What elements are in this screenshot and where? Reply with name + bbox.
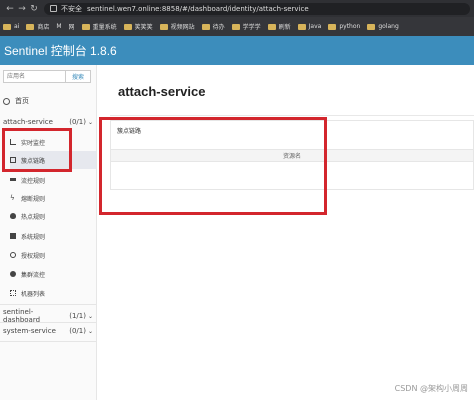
back-icon[interactable]: ← <box>4 4 16 14</box>
url-text: sentinel.wen7.online:8858/#/dashboard/id… <box>87 4 309 13</box>
chevron-down-icon: ⌄ <box>87 312 93 320</box>
folder-icon <box>201 23 210 30</box>
folder-icon <box>81 23 90 30</box>
sidebar: 搜索 首页 attach-service (0/1)⌄ 实时监控 簇点链路 流控… <box>0 65 97 400</box>
folder-icon <box>26 23 35 30</box>
app-count: (0/1) <box>69 118 86 126</box>
main-content: attach-service 簇点链路 资源名 <box>98 65 474 400</box>
app-name: system-service <box>3 327 56 335</box>
forward-icon[interactable]: → <box>16 4 28 14</box>
highlight-box <box>2 128 72 172</box>
insecure-label: 不安全 <box>61 4 82 13</box>
bookmark-item[interactable]: 笑笑笑 <box>123 22 153 31</box>
app-title[interactable]: Sentinel 控制台 1.8.6 <box>4 42 117 59</box>
app-row-attach-service[interactable]: attach-service (0/1) ⌄ <box>3 118 93 126</box>
bookmark-item[interactable]: 学学学 <box>231 22 261 31</box>
menu-item-flow-rules[interactable]: 流控规则 <box>10 171 96 189</box>
search-button[interactable]: 搜索 <box>66 70 91 83</box>
folder-icon <box>123 23 132 30</box>
app-row-system-service[interactable]: system-service (0/1) ⌄ <box>3 327 93 335</box>
home-icon <box>3 97 10 105</box>
app-name: attach-service <box>3 118 53 126</box>
bookmark-item[interactable]: 待办 <box>201 22 225 31</box>
page-title: attach-service <box>118 84 206 99</box>
bookmark-item[interactable]: M <box>56 23 61 30</box>
menu-item-hotspot-rules[interactable]: 热点规则 <box>10 207 96 225</box>
menu-item-authority-rules[interactable]: 授权规则 <box>10 246 96 264</box>
menu-item-cluster-flow[interactable]: 集群流控 <box>10 265 96 283</box>
home-label: 首页 <box>15 97 29 105</box>
folder-icon <box>231 23 240 30</box>
folder-icon <box>267 23 276 30</box>
bookmark-item[interactable]: ai <box>3 23 19 30</box>
flash-icon: ϟ <box>10 194 15 202</box>
highlight-box <box>99 117 327 215</box>
fire-icon <box>10 213 16 219</box>
divider <box>0 341 96 342</box>
menu-item-system-rules[interactable]: 系统规则 <box>10 227 96 245</box>
menu-item-degrade-rules[interactable]: ϟ 熔断规则 <box>10 189 96 207</box>
sidebar-item-home[interactable]: 首页 <box>3 96 29 106</box>
divider <box>0 322 96 323</box>
folder-icon <box>3 23 11 30</box>
bookmark-item[interactable]: golang <box>367 23 399 30</box>
menu-item-machine-list[interactable]: 机器列表 <box>10 284 96 302</box>
app-count: (0/1) <box>69 327 86 335</box>
folder-icon <box>328 23 337 30</box>
lock-icon <box>10 233 16 239</box>
filter-icon <box>10 177 16 183</box>
search-input[interactable] <box>3 70 66 83</box>
search-row: 搜索 <box>3 70 91 83</box>
bookmarks-bar: ai 商店 M 网 重量系统 笑笑笑 视频网站 待办 学学学 刷新 Java p… <box>0 17 474 36</box>
watermark-text: CSDN @架构小周周 <box>394 384 468 393</box>
bookmark-item[interactable]: 商店 <box>26 22 49 31</box>
divider <box>0 304 96 305</box>
reload-icon[interactable]: ↻ <box>28 4 40 14</box>
folder-icon <box>159 23 168 30</box>
url-field[interactable]: 不安全 sentinel.wen7.online:8858/#/dashboar… <box>44 2 470 15</box>
bookmark-item[interactable]: 网 <box>69 22 75 31</box>
folder-icon <box>297 23 306 30</box>
app-header: Sentinel 控制台 1.8.6 <box>0 36 474 65</box>
chevron-down-icon: ⌄ <box>87 327 93 335</box>
divider <box>110 115 474 116</box>
bookmark-item[interactable]: Java <box>297 23 321 30</box>
grid-icon <box>10 290 16 296</box>
folder-icon <box>367 23 376 30</box>
bookmark-item[interactable]: 视频网站 <box>159 22 195 31</box>
check-circle-icon <box>10 252 16 258</box>
cloud-icon <box>10 271 16 277</box>
chevron-down-icon: ⌄ <box>87 118 93 126</box>
warning-icon <box>50 5 57 12</box>
app-count: (1/1) <box>69 312 86 320</box>
bookmark-item[interactable]: 刷新 <box>267 22 291 31</box>
bookmark-item[interactable]: 重量系统 <box>81 22 117 31</box>
bookmark-item[interactable]: python <box>328 23 360 30</box>
browser-address-bar: ← → ↻ 不安全 sentinel.wen7.online:8858/#/da… <box>0 0 474 17</box>
